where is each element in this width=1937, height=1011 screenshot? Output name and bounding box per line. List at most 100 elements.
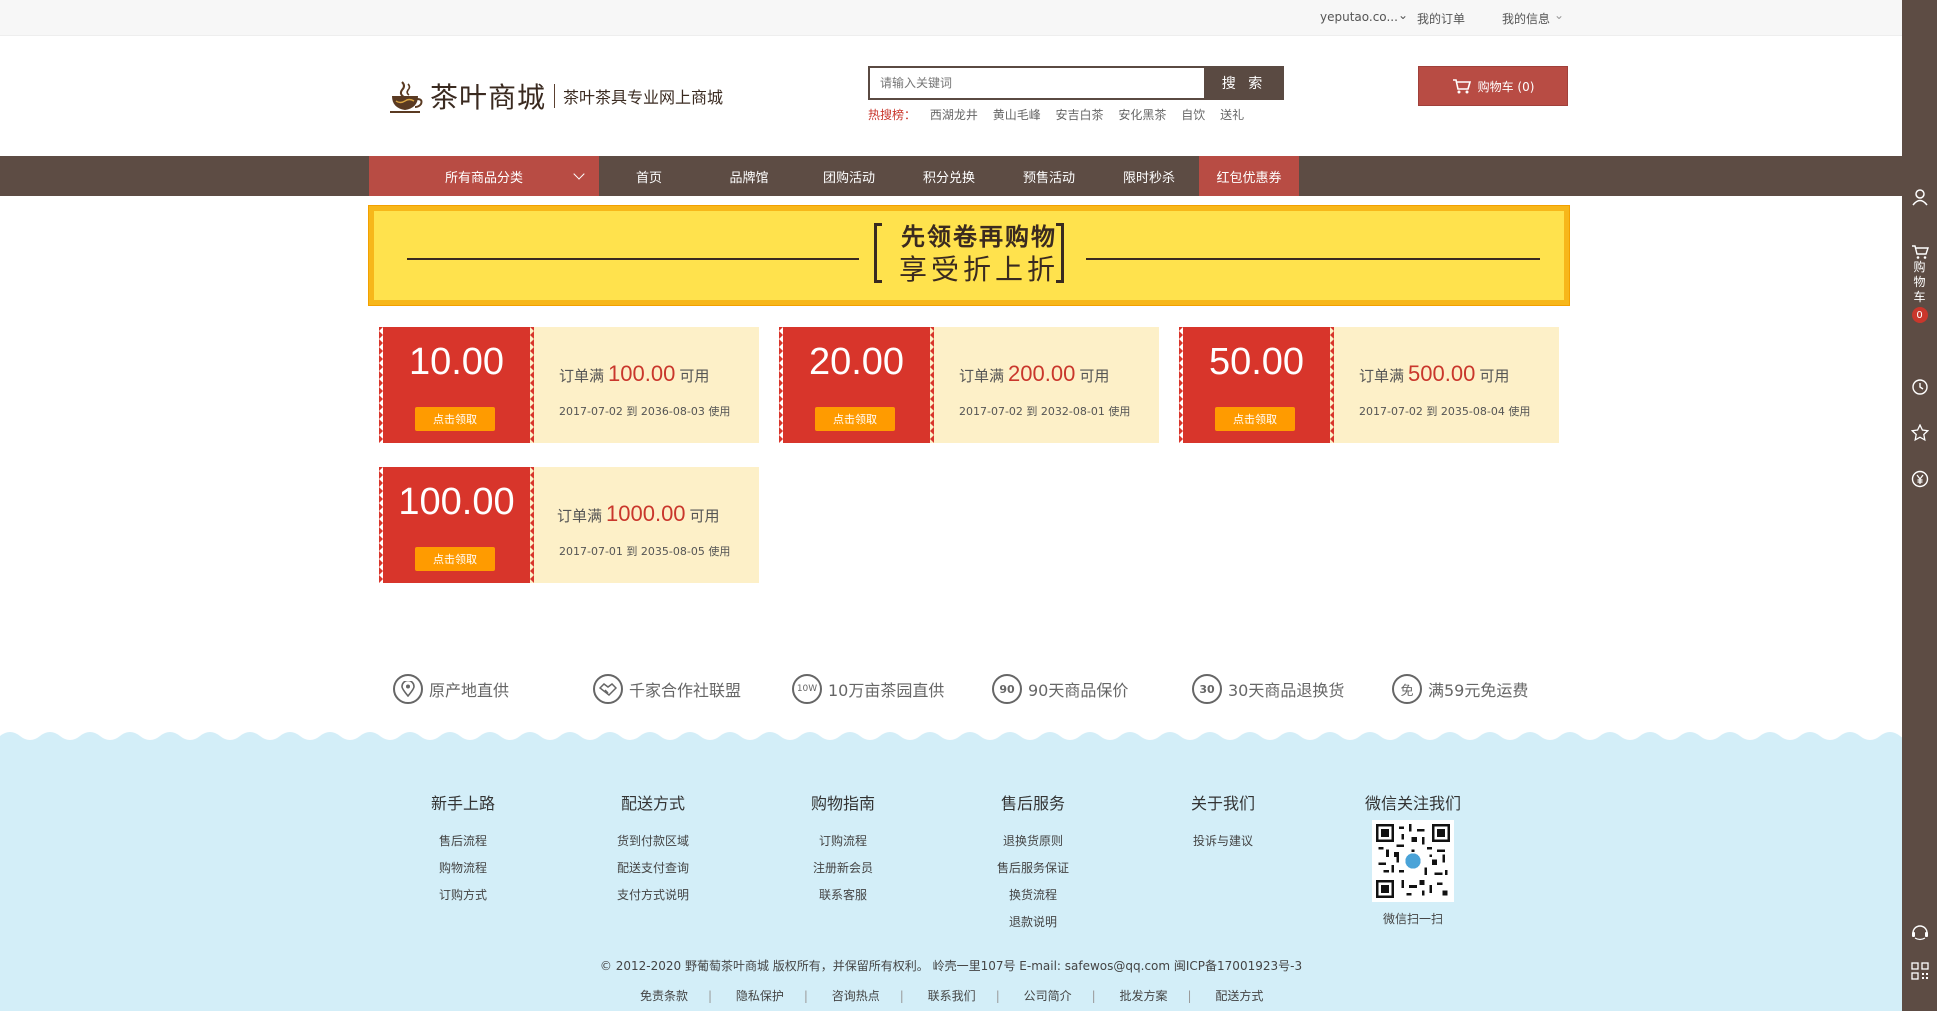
user-name-link[interactable]: yeputao.co... xyxy=(1320,10,1398,24)
footer-link[interactable]: 退款说明 xyxy=(958,909,1108,936)
footer-link[interactable]: 货到付款区域 xyxy=(578,828,728,855)
nav-item-presale[interactable]: 预售活动 xyxy=(999,156,1099,196)
link-separator: | xyxy=(899,989,904,1003)
coupon-min-amount: 100.00 xyxy=(608,361,676,386)
hot-keyword[interactable]: 自饮 xyxy=(1181,108,1205,122)
coupon-condition-suffix: 可用 xyxy=(689,507,720,525)
claim-coupon-button[interactable]: 点击领取 xyxy=(415,547,495,571)
10w-icon: 10W xyxy=(792,674,822,704)
coupon-min-amount: 1000.00 xyxy=(606,501,686,526)
coupon-condition-prefix: 订单满 xyxy=(557,507,603,525)
footer-bottom-link[interactable]: 公司简介 xyxy=(1024,987,1072,1004)
claim-coupon-button[interactable]: 点击领取 xyxy=(415,407,495,431)
link-separator: | xyxy=(803,989,808,1003)
footer-column: 购物指南 订购流程 注册新会员 联系客服 xyxy=(768,790,918,909)
footer-link[interactable]: 联系客服 xyxy=(768,882,918,909)
qr-code-icon xyxy=(1910,962,1929,980)
hot-search: 热搜榜： 西湖龙井 黄山毛峰 安吉白茶 安化黑茶 自饮 送礼 xyxy=(868,106,1255,123)
cart-button[interactable]: 购物车 (0) xyxy=(1418,66,1568,106)
nav-item-points[interactable]: 积分兑换 xyxy=(899,156,999,196)
coupon-condition: 订单满 100.00 可用 xyxy=(559,361,709,387)
footer-bottom-link[interactable]: 隐私保护 xyxy=(736,987,784,1004)
copyright: © 2012-2020 野葡萄茶叶商城 版权所有，并保留所有权利。 岭壳一里10… xyxy=(599,959,1303,973)
my-info-link[interactable]: 我的信息 xyxy=(1502,10,1550,27)
chevron-down-icon xyxy=(573,168,585,180)
coupon-edge-notch xyxy=(1330,327,1334,443)
all-categories-menu[interactable]: 所有商品分类 xyxy=(369,156,599,196)
coupon-edge-notch xyxy=(379,327,383,443)
coupon-condition-suffix: 可用 xyxy=(679,367,710,385)
service-label: 90天商品保价 xyxy=(1028,681,1129,700)
hot-search-label: 热搜榜： xyxy=(868,108,917,122)
nav-item-coupons[interactable]: 红包优惠券 xyxy=(1199,156,1299,196)
hot-keyword[interactable]: 安化黑茶 xyxy=(1118,108,1166,122)
footer-link[interactable]: 注册新会员 xyxy=(768,855,918,882)
footer-link[interactable]: 退换货原则 xyxy=(958,828,1108,855)
sidebar-cart[interactable]: 购物车 0 xyxy=(1902,244,1937,323)
footer-bottom-link[interactable]: 免责条款 xyxy=(640,987,688,1004)
footer-link[interactable]: 购物流程 xyxy=(388,855,538,882)
footer-link[interactable]: 售后服务保证 xyxy=(958,855,1108,882)
coupon-validity: 2017-07-01 到 2035-08-05 使用 xyxy=(559,545,731,558)
banner-bracket-left xyxy=(874,223,882,283)
search-bar: 搜 索 xyxy=(868,66,1284,100)
footer-column-title: 售后服务 xyxy=(1000,794,1065,813)
footer-link[interactable]: 支付方式说明 xyxy=(578,882,728,909)
sidebar-coupon[interactable] xyxy=(1902,470,1937,488)
link-separator: | xyxy=(995,989,1000,1003)
nav-item-home[interactable]: 首页 xyxy=(599,156,699,196)
coupon-validity: 2017-07-02 到 2035-08-04 使用 xyxy=(1359,405,1531,418)
coupon-edge-notch xyxy=(530,467,534,583)
footer-bottom-link[interactable]: 咨询热点 xyxy=(832,987,880,1004)
star-icon xyxy=(1910,424,1929,442)
free-shipping-icon: 免 xyxy=(1392,674,1422,704)
yen-icon xyxy=(1911,470,1928,488)
coupon-condition: 订单满 200.00 可用 xyxy=(959,361,1109,387)
coupon-banner: 先领卷再购物 享受折上折 xyxy=(368,205,1570,306)
nav-item-flash-sale[interactable]: 限时秒杀 xyxy=(1099,156,1199,196)
nav-item-group-buy[interactable]: 团购活动 xyxy=(799,156,899,196)
search-button[interactable]: 搜 索 xyxy=(1204,66,1284,100)
service-label: 30天商品退换货 xyxy=(1228,681,1345,700)
right-sidebar: 购物车 0 xyxy=(1902,0,1937,1011)
chevron-down-icon[interactable]: ⌄ xyxy=(1554,8,1564,22)
sidebar-cart-label: 购物车 xyxy=(1913,260,1926,304)
footer-column-title: 购物指南 xyxy=(810,794,875,813)
banner-headline: 先领卷再购物 xyxy=(901,223,1057,251)
footer-link[interactable]: 投诉与建议 xyxy=(1148,828,1298,855)
search-input[interactable] xyxy=(868,66,1204,100)
claim-coupon-button[interactable]: 点击领取 xyxy=(1215,407,1295,431)
sidebar-user[interactable] xyxy=(1902,188,1937,206)
coupon-validity: 2017-07-02 到 2032-08-01 使用 xyxy=(959,405,1131,418)
sidebar-qrcode[interactable] xyxy=(1902,962,1937,980)
logo[interactable]: 茶叶商城 茶叶茶具专业网上商城 xyxy=(388,76,723,116)
footer-bottom-link[interactable]: 联系我们 xyxy=(928,987,976,1004)
header: 茶叶商城 茶叶茶具专业网上商城 搜 索 热搜榜： 西湖龙井 黄山毛峰 安吉白茶 … xyxy=(0,36,1902,156)
tea-cup-logo-icon xyxy=(390,81,423,113)
footer-link[interactable]: 订购方式 xyxy=(388,882,538,909)
sidebar-favorites[interactable] xyxy=(1902,424,1937,442)
coupon-card: 50.00 点击领取 订单满 500.00 可用 2017-07-02 到 2035… xyxy=(1179,327,1559,443)
hot-keyword[interactable]: 安吉白茶 xyxy=(1056,108,1104,122)
footer-link[interactable]: 配送支付查询 xyxy=(578,855,728,882)
hot-keyword[interactable]: 西湖龙井 xyxy=(930,108,978,122)
sidebar-history[interactable] xyxy=(1902,378,1937,396)
footer-link[interactable]: 订购流程 xyxy=(768,828,918,855)
sidebar-customer-service[interactable] xyxy=(1902,923,1937,941)
coupon-condition: 订单满 1000.00 可用 xyxy=(557,501,720,527)
my-orders-link[interactable]: 我的订单 xyxy=(1417,10,1465,27)
claim-coupon-button[interactable]: 点击领取 xyxy=(815,407,895,431)
service-item: 原产地直供 xyxy=(393,674,509,704)
footer-link[interactable]: 售后流程 xyxy=(388,828,538,855)
banner-text: 先领卷再购物 享受折上折 xyxy=(884,221,1074,291)
hot-keyword[interactable]: 送礼 xyxy=(1220,108,1244,122)
footer-bottom-links: 免责条款 | 隐私保护 | 咨询热点 | 联系我们 | 公司简介 | 批发方案 | 配送方式 xyxy=(620,987,1283,1004)
footer-bottom-link[interactable]: 批发方案 xyxy=(1119,987,1167,1004)
hot-keyword[interactable]: 黄山毛峰 xyxy=(993,108,1041,122)
history-icon xyxy=(1911,379,1928,395)
chevron-down-icon[interactable]: ⌄ xyxy=(1398,8,1408,22)
coupon-condition-prefix: 订单满 xyxy=(959,367,1005,385)
footer-bottom-link[interactable]: 配送方式 xyxy=(1215,987,1263,1004)
nav-item-brand[interactable]: 品牌馆 xyxy=(699,156,799,196)
footer-link[interactable]: 换货流程 xyxy=(958,882,1108,909)
